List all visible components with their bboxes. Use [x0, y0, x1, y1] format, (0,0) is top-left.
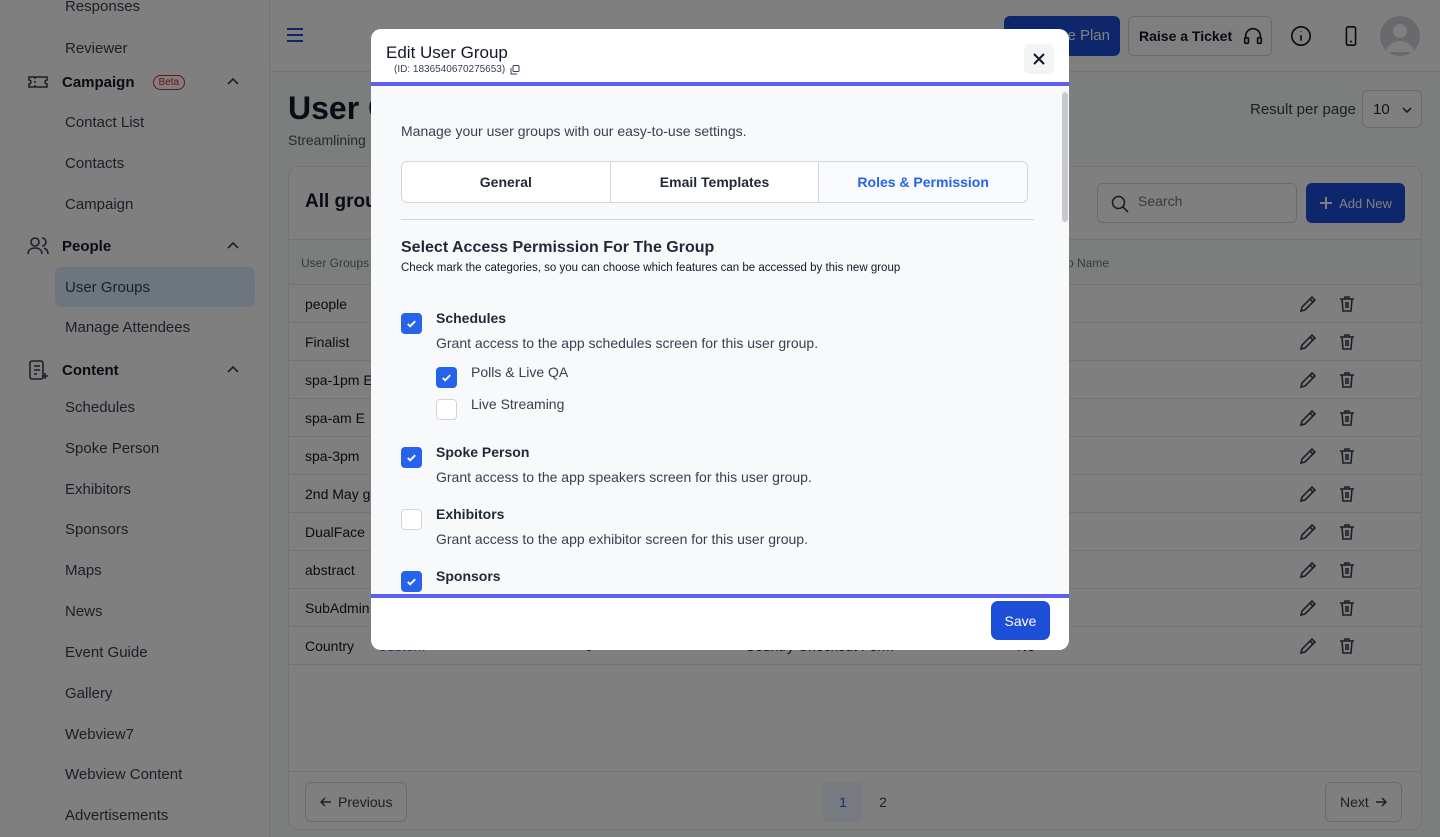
- close-button[interactable]: [1024, 44, 1054, 74]
- sub-permission-name: Live Streaming: [471, 396, 565, 412]
- copy-icon[interactable]: [510, 64, 520, 75]
- save-button[interactable]: Save: [991, 601, 1050, 640]
- permission-name: Exhibitors: [436, 506, 505, 522]
- modal-title: Edit User Group: [386, 43, 508, 62]
- tab-email-templates[interactable]: Email Templates: [611, 162, 820, 202]
- section-subtitle: Check mark the categories, so you can ch…: [401, 262, 901, 274]
- close-icon: [1033, 53, 1045, 65]
- permission-checkbox[interactable]: [401, 571, 422, 592]
- sub-permission-name: Polls & Live QA: [471, 364, 569, 380]
- permission-description: Grant access to the app exhibitor screen…: [436, 531, 808, 547]
- sub-permission-checkbox[interactable]: [436, 399, 457, 420]
- permission-description: Grant access to the app schedules screen…: [436, 335, 819, 351]
- modal-intro-text: Manage your user groups with our easy-to…: [401, 123, 747, 139]
- permission-name: Schedules: [436, 310, 507, 326]
- tabs-divider: [401, 219, 1034, 220]
- permission-name: Spoke Person: [436, 444, 530, 460]
- permission-checkbox[interactable]: [401, 447, 422, 468]
- section-title: Select Access Permission For The Group: [401, 239, 715, 256]
- tab-roles-permission[interactable]: Roles & Permission: [819, 162, 1027, 202]
- edit-user-group-modal: Edit User Group (ID: 1836540670275653) M…: [371, 29, 1069, 650]
- permission-description: Grant access to the app speakers screen …: [436, 469, 812, 485]
- permission-checkbox[interactable]: [401, 313, 422, 334]
- group-id-text: (ID: 1836540670275653): [394, 64, 506, 75]
- tab-general[interactable]: General: [402, 162, 611, 202]
- permission-checkbox[interactable]: [401, 509, 422, 530]
- modal-tabs: General Email Templates Roles & Permissi…: [401, 161, 1028, 203]
- scrollbar[interactable]: [1062, 92, 1068, 222]
- permission-name: Sponsors: [436, 568, 501, 584]
- modal-id: (ID: 1836540670275653): [394, 64, 520, 75]
- modal-scroll-area: Manage your user groups with our easy-to…: [371, 86, 1069, 594]
- modal-body[interactable]: Manage your user groups with our easy-to…: [371, 82, 1069, 598]
- sub-permission-checkbox[interactable]: [436, 367, 457, 388]
